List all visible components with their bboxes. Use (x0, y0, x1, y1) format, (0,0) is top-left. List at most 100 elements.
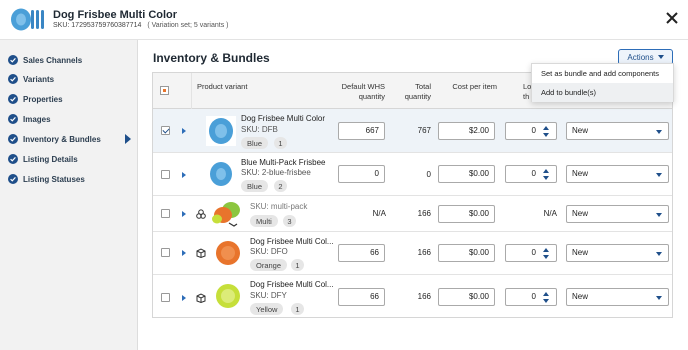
product-sku: SKU: 172953759760387714 ( Variation set;… (53, 22, 229, 29)
variant-name: Dog Frisbee Multi Color (241, 114, 326, 123)
box-icon (196, 293, 206, 303)
whs-quantity-input[interactable]: 66 (338, 244, 385, 262)
cost-input[interactable]: $0.00 (438, 288, 495, 306)
check-circle-icon (8, 94, 18, 104)
table-row[interactable]: Dog Frisbee Multi Color SKU: DFB Blue 1 … (153, 109, 672, 153)
sidebar-item-label: Sales Channels (23, 55, 83, 65)
menu-item-set-as-bundle[interactable]: Set as bundle and add components (532, 64, 673, 83)
decrement-icon[interactable] (543, 255, 549, 259)
variant-sku: SKU: DFY (250, 291, 287, 300)
header-cost-per-item: Cost per item (452, 82, 497, 91)
sidebar-item-images[interactable]: Images (8, 112, 51, 126)
box-icon (196, 248, 206, 258)
active-indicator-icon (125, 134, 131, 144)
chevron-down-icon (656, 213, 662, 217)
check-circle-icon (8, 55, 18, 65)
color-pill: Multi (250, 215, 278, 227)
expand-row-icon[interactable] (182, 250, 186, 256)
expand-row-icon[interactable] (182, 295, 186, 301)
table-row[interactable]: SKU: multi-pack Multi 3 N/A 166 $0.00 N/… (153, 196, 672, 232)
row-checkbox[interactable] (161, 248, 170, 257)
sidebar-item-label: Listing Details (23, 154, 78, 164)
chevron-down-icon (656, 130, 662, 134)
count-pill: 1 (291, 303, 304, 315)
cost-input[interactable]: $0.00 (438, 165, 495, 183)
expand-row-icon[interactable] (182, 172, 186, 178)
row-checkbox[interactable] (161, 126, 170, 135)
variant-sku: SKU: multi-pack (250, 202, 308, 211)
menu-item-add-to-bundle[interactable]: Add to bundle(s) (532, 83, 673, 102)
decrement-icon[interactable] (543, 133, 549, 137)
low-threshold-stepper[interactable]: 0 (505, 288, 557, 306)
color-pill: Orange (250, 259, 288, 271)
status-select[interactable]: New (566, 205, 669, 223)
table-row[interactable]: Dog Frisbee Multi Col... SKU: DFO Orange… (153, 232, 672, 275)
variant-sku: SKU: DFB (241, 125, 278, 134)
row-checkbox[interactable] (161, 170, 170, 179)
whs-quantity: N/A (372, 209, 386, 218)
increment-icon[interactable] (543, 248, 549, 252)
sidebar-item-listing-statuses[interactable]: Listing Statuses (8, 172, 85, 186)
status-select[interactable]: New (566, 122, 669, 140)
low-threshold-stepper[interactable]: 0 (505, 122, 557, 140)
header-default-whs-line1: Default WHS (341, 82, 385, 91)
cost-input[interactable]: $0.00 (438, 244, 495, 262)
row-checkbox[interactable] (161, 293, 170, 302)
sku-value: SKU: 172953759760387714 (53, 22, 142, 29)
variation-note: ( Variation set; 5 variants ) (147, 22, 229, 29)
expand-row-icon[interactable] (182, 211, 186, 217)
increment-icon[interactable] (543, 169, 549, 173)
check-circle-icon (8, 134, 18, 144)
bundle-icon (196, 209, 206, 219)
product-thumbnail (206, 116, 236, 146)
whs-quantity-input[interactable]: 0 (338, 165, 385, 183)
chevron-down-icon (656, 173, 662, 177)
close-icon[interactable] (664, 10, 680, 26)
status-select[interactable]: New (566, 165, 669, 183)
status-select[interactable]: New (566, 288, 669, 306)
increment-icon[interactable] (543, 126, 549, 130)
total-quantity: 166 (417, 248, 431, 257)
whs-quantity-input[interactable]: 66 (338, 288, 385, 306)
check-circle-icon (8, 154, 18, 164)
stepper-value: 0 (531, 126, 536, 135)
sidebar-item-label: Images (23, 114, 51, 124)
expand-row-icon[interactable] (182, 128, 186, 134)
sidebar-item-label: Properties (23, 94, 63, 104)
sidebar-item-sales-channels[interactable]: Sales Channels (8, 53, 82, 67)
check-circle-icon (8, 174, 18, 184)
decrement-icon[interactable] (543, 299, 549, 303)
header-product-variant: Product variant (197, 82, 248, 91)
color-pill: Yellow (250, 303, 284, 315)
stepper-value: 0 (531, 292, 536, 301)
cost-input[interactable]: $2.00 (438, 122, 495, 140)
variant-name: Dog Frisbee Multi Col... (250, 237, 334, 246)
sidebar-item-properties[interactable]: Properties (8, 92, 63, 106)
chevron-down-icon (657, 55, 664, 59)
sidebar-item-variants[interactable]: Variants (8, 72, 54, 86)
variant-name: Dog Frisbee Multi Col... (250, 280, 334, 289)
header-default-whs-line2: quantity (358, 92, 385, 101)
header-total-quantity: Total quantity (393, 82, 431, 102)
table-row[interactable]: Blue Multi-Pack Frisbee SKU: 2-blue-fris… (153, 153, 672, 196)
sidebar-item-label: Variants (23, 74, 55, 84)
whs-quantity-input[interactable]: 667 (338, 122, 385, 140)
sidebar-item-listing-details[interactable]: Listing Details (8, 152, 78, 166)
actions-label: Actions (627, 52, 654, 62)
row-checkbox[interactable] (161, 209, 170, 218)
total-quantity: 767 (417, 126, 431, 135)
stepper-value: 0 (531, 248, 536, 257)
decrement-icon[interactable] (543, 176, 549, 180)
sidebar-item-inventory-bundles[interactable]: Inventory & Bundles (8, 132, 101, 146)
header: Dog Frisbee Multi Color SKU: 17295375976… (0, 0, 688, 40)
table-row[interactable]: Dog Frisbee Multi Col... SKU: DFY Yellow… (153, 275, 672, 317)
increment-icon[interactable] (543, 292, 549, 296)
sidebar-item-label: Listing Statuses (23, 174, 85, 184)
select-all-checkbox[interactable] (160, 86, 169, 95)
sidebar: Sales Channels Variants Properties Image… (0, 40, 138, 350)
variant-sku: SKU: DFO (250, 247, 288, 256)
cost-input[interactable]: $0.00 (438, 205, 495, 223)
status-select[interactable]: New (566, 244, 669, 262)
low-threshold-stepper[interactable]: 0 (505, 244, 557, 262)
low-threshold-stepper[interactable]: 0 (505, 165, 557, 183)
